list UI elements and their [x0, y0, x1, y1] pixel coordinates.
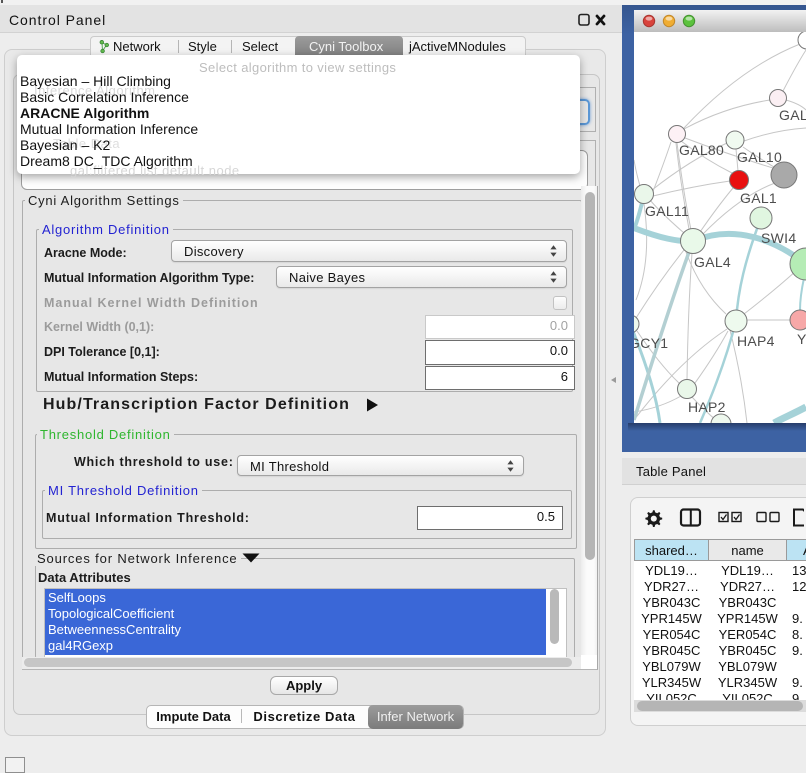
svg-text:GCY1: GCY1 — [634, 335, 668, 351]
svg-text:GAL1: GAL1 — [740, 190, 777, 206]
svg-text:GAL11: GAL11 — [645, 203, 689, 219]
svg-text:HAP2: HAP2 — [688, 399, 726, 415]
svg-text:GAL80: GAL80 — [679, 142, 724, 158]
svg-text:GAL10: GAL10 — [737, 149, 782, 165]
svg-text:HAP4: HAP4 — [737, 333, 775, 349]
svg-text:GAL7: GAL7 — [779, 107, 806, 123]
svg-text:SWI4: SWI4 — [761, 230, 796, 246]
svg-text:Y: Y — [797, 331, 806, 347]
svg-text:GAL4: GAL4 — [694, 254, 731, 270]
